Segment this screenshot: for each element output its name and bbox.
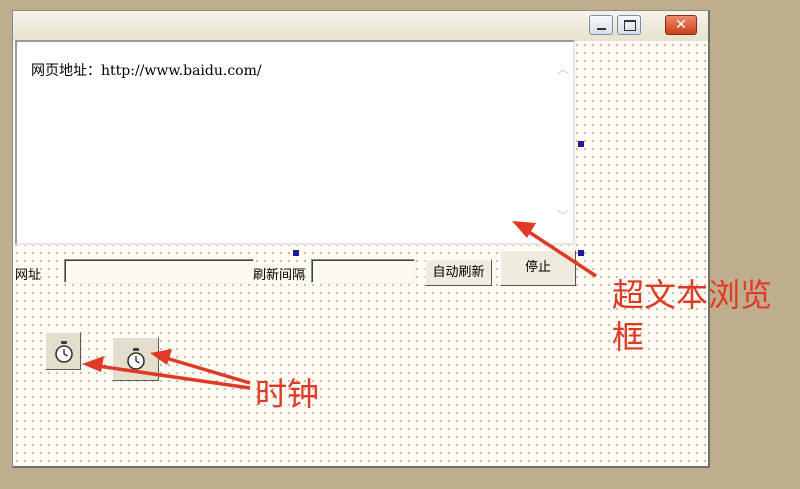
browser-annotation: 超文本浏览框	[612, 276, 773, 356]
arrowhead-timer-1	[82, 356, 104, 372]
timer-annotation: 时钟	[255, 375, 320, 413]
arrow-to-browser	[525, 228, 597, 278]
arrowhead-timer-2	[150, 349, 172, 365]
annotation-arrows	[82, 221, 597, 390]
